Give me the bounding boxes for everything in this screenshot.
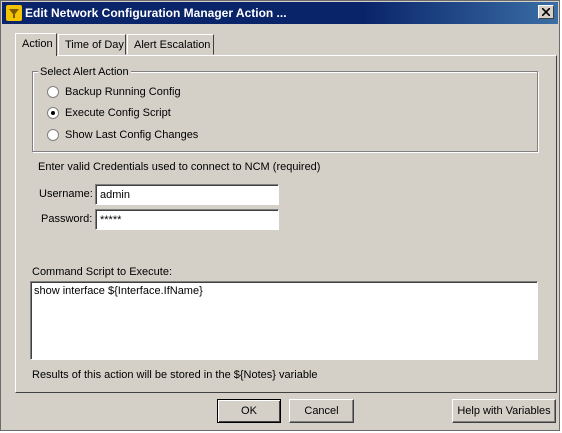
command-script-label: Command Script to Execute: — [32, 266, 173, 278]
radio-backup-running-config[interactable]: Backup Running Config — [47, 84, 181, 100]
username-label: Username: — [39, 188, 93, 200]
password-field[interactable] — [95, 209, 279, 230]
close-button[interactable] — [538, 5, 554, 19]
radio-label: Backup Running Config — [65, 86, 181, 98]
window-title: Edit Network Configuration Manager Actio… — [25, 6, 287, 20]
tab-action[interactable]: Action — [15, 33, 57, 56]
tab-alert-escalation[interactable]: Alert Escalation — [127, 34, 214, 55]
cancel-button[interactable]: Cancel — [289, 399, 354, 423]
radio-show-last-config-changes[interactable]: Show Last Config Changes — [47, 127, 198, 143]
tab-time-of-day[interactable]: Time of Day — [58, 34, 126, 55]
close-icon — [542, 8, 550, 16]
results-note: Results of this action will be stored in… — [32, 369, 318, 381]
radio-button[interactable] — [47, 86, 59, 98]
radio-label: Show Last Config Changes — [65, 129, 199, 141]
radio-button[interactable] — [47, 107, 59, 119]
credentials-note: Enter valid Credentials used to connect … — [38, 161, 321, 173]
radio-execute-config-script[interactable]: Execute Config Script — [47, 105, 171, 121]
password-label: Password: — [41, 213, 93, 225]
dialog-window: Edit Network Configuration Manager Actio… — [0, 0, 560, 431]
title-bar[interactable]: Edit Network Configuration Manager Actio… — [2, 2, 558, 24]
command-script-input[interactable]: show interface ${Interface.IfName} — [30, 281, 538, 360]
help-with-variables-button[interactable]: Help with Variables — [452, 399, 556, 423]
funnel-icon — [6, 5, 22, 21]
ok-button[interactable]: OK — [217, 399, 281, 423]
radio-label: Execute Config Script — [65, 107, 171, 119]
group-legend: Select Alert Action — [38, 66, 131, 78]
radio-button[interactable] — [47, 129, 59, 141]
username-field[interactable] — [95, 184, 279, 205]
